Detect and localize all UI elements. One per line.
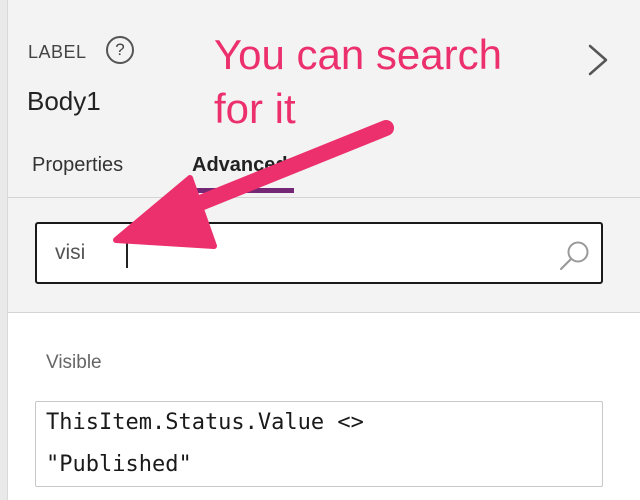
properties-pane: LABEL ? Body1 Properties Advanced Visibl…	[0, 0, 640, 500]
property-search-box[interactable]	[35, 222, 603, 284]
tab-selected-indicator	[192, 188, 294, 193]
tab-advanced[interactable]: Advanced	[192, 154, 288, 177]
annotation-callout: You can search for it	[214, 28, 502, 136]
formula-line: "Published"	[46, 452, 192, 477]
chevron-right-icon[interactable]	[584, 40, 612, 80]
pane-left-border	[0, 0, 8, 500]
control-type-label: LABEL	[28, 42, 87, 62]
formula-line: ThisItem.Status.Value <>	[46, 410, 364, 435]
annotation-line: You can search	[214, 31, 502, 78]
search-icon[interactable]	[557, 238, 593, 274]
control-name[interactable]: Body1	[27, 86, 101, 117]
help-icon[interactable]: ?	[106, 36, 134, 64]
text-caret	[126, 236, 128, 268]
annotation-line: for it	[214, 85, 296, 132]
tab-properties[interactable]: Properties	[32, 154, 123, 177]
visible-formula-box[interactable]: ThisItem.Status.Value <> "Published"	[35, 401, 603, 487]
property-label-visible: Visible	[46, 352, 102, 373]
